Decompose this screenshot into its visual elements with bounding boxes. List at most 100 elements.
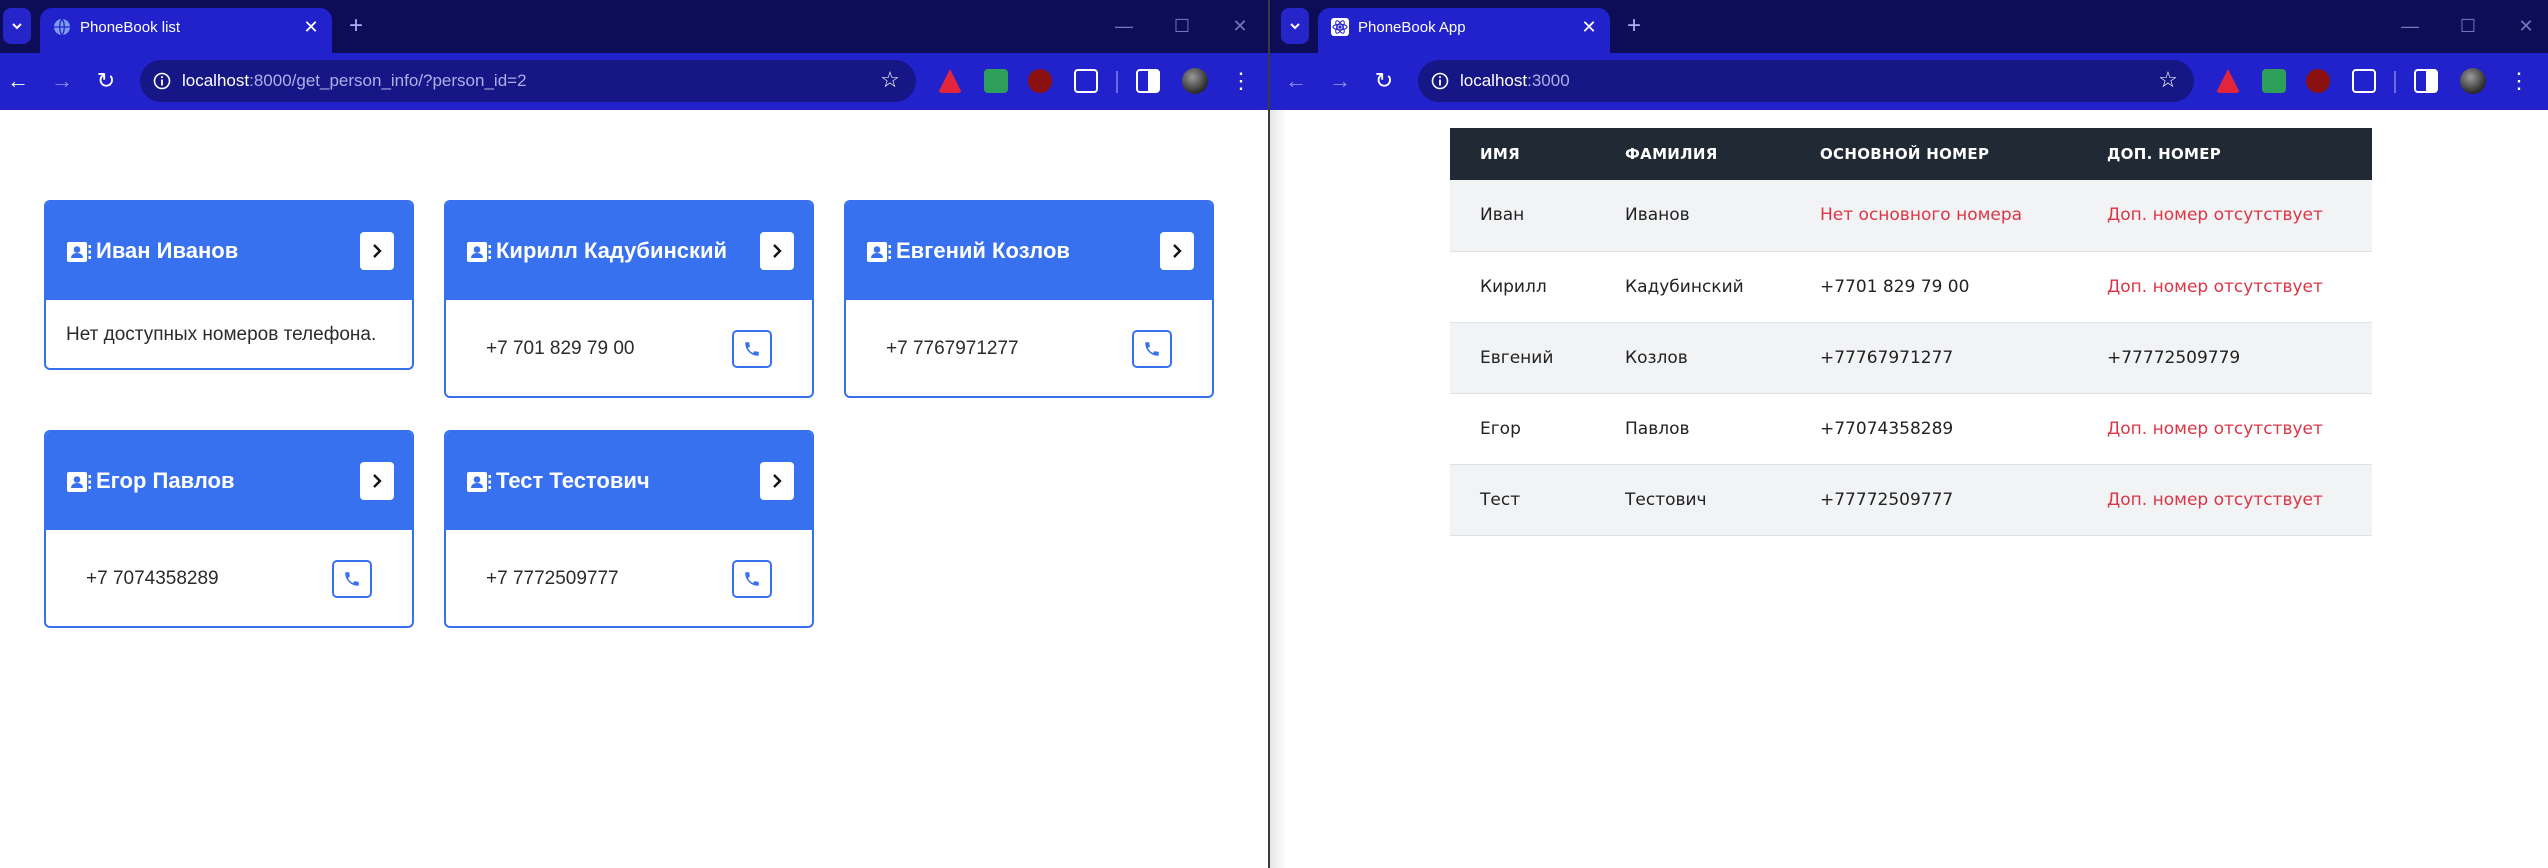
reload-button[interactable]: ↻ [1370, 67, 1398, 95]
extensions-puzzle-icon[interactable] [2352, 69, 2376, 93]
cell-extra-number: +77772509779 [2077, 322, 2372, 394]
no-phones-text: Нет доступных номеров телефона. [66, 324, 377, 345]
toolbar-separator [1116, 71, 1118, 93]
address-bar[interactable]: localhost:3000 ☆ [1418, 60, 2194, 102]
cell-extra-number: Доп. номер отсутствует [2077, 393, 2372, 465]
phone-icon [1145, 342, 1159, 356]
back-button[interactable]: ← [4, 67, 32, 95]
site-info-icon[interactable] [152, 71, 172, 91]
open-contact-button[interactable] [1160, 232, 1194, 270]
open-contact-button[interactable] [760, 462, 794, 500]
header-extra-number: ДОП. НОМЕР [2077, 128, 2372, 180]
open-contact-button[interactable] [760, 232, 794, 270]
header-main-number: ОСНОВНОЙ НОМЕР [1790, 128, 2077, 180]
table-row: Тест Тестович +77772509777 Доп. номер от… [1450, 464, 2372, 536]
maximize-button[interactable]: ☐ [2456, 12, 2480, 40]
profile-avatar[interactable] [2460, 68, 2486, 94]
chevron-right-icon [773, 474, 782, 488]
table-row: Иван Иванов Нет основного номера Доп. но… [1450, 180, 2372, 252]
contact-card: Егор Павлов +7 7074358289 [44, 430, 414, 628]
profile-avatar[interactable] [1182, 68, 1208, 94]
phone-number: +7 7074358289 [86, 568, 219, 589]
tab-phonebook-app[interactable]: PhoneBook App ✕ [1318, 8, 1610, 53]
browser-menu-icon[interactable]: ⋮ [2508, 67, 2530, 95]
header-last-name: ФАМИЛИЯ [1595, 128, 1790, 180]
forward-button[interactable]: → [48, 67, 76, 95]
phone-number: +7 701 829 79 00 [486, 338, 635, 359]
browser-window-left: PhoneBook list ✕ + — ☐ ✕ ← → ↻ localhost… [0, 0, 1268, 868]
extensions-puzzle-icon[interactable] [1074, 69, 1098, 93]
url-text: localhost:3000 [1460, 71, 1570, 91]
url-host: localhost [1460, 71, 1528, 90]
react-icon [1331, 18, 1349, 36]
url-path: :3000 [1527, 71, 1570, 90]
contact-card: Тест Тестович +7 7772509777 [444, 430, 814, 628]
tab-strip: PhoneBook list ✕ + — ☐ ✕ [0, 0, 1268, 53]
maximize-button[interactable]: ☐ [1170, 12, 1194, 40]
contact-card: Евгений Козлов +7 7767971277 [844, 200, 1214, 398]
bookmark-star-icon[interactable]: ☆ [2156, 68, 2180, 92]
side-panel-icon[interactable] [1136, 69, 1160, 93]
new-tab-button[interactable]: + [344, 12, 368, 40]
back-button[interactable]: ← [1282, 67, 1310, 95]
open-contact-button[interactable] [360, 232, 394, 270]
open-contact-button[interactable] [360, 462, 394, 500]
close-window-button[interactable]: ✕ [2514, 12, 2538, 40]
contact-name: Евгений Козлов [896, 238, 1070, 263]
card-body: +7 7074358289 [46, 530, 412, 626]
minimize-button[interactable]: — [1112, 12, 1136, 40]
phone-number: +7 7772509777 [486, 568, 619, 589]
call-button[interactable] [732, 330, 772, 368]
ublock-icon[interactable] [1028, 69, 1052, 93]
tab-phonebook-list[interactable]: PhoneBook list ✕ [40, 8, 332, 53]
url-text: localhost:8000/get_person_info/?person_i… [182, 71, 527, 91]
table-head: ИМЯ ФАМИЛИЯ ОСНОВНОЙ НОМЕР ДОП. НОМЕР [1450, 128, 2372, 180]
contact-card: Кирилл Кадубинский +7 701 829 79 00 [444, 200, 814, 398]
close-window-button[interactable]: ✕ [1228, 12, 1252, 40]
table-row: Евгений Козлов +77767971277 +77772509779 [1450, 322, 2372, 394]
header-first-name: ИМЯ [1450, 128, 1595, 180]
cell-first-name: Тест [1450, 464, 1595, 536]
table-body: Иван Иванов Нет основного номера Доп. но… [1450, 180, 2372, 536]
browser-menu-icon[interactable]: ⋮ [1230, 67, 1252, 95]
card-header: Иван Иванов [46, 202, 412, 300]
contact-name: Тест Тестович [496, 468, 650, 493]
reload-button[interactable]: ↻ [92, 67, 120, 95]
new-tab-button[interactable]: + [1622, 12, 1646, 40]
cell-first-name: Егор [1450, 393, 1595, 465]
contact-name: Иван Иванов [96, 238, 239, 263]
close-tab-icon[interactable]: ✕ [1578, 16, 1600, 38]
extension-green-icon[interactable] [984, 69, 1008, 93]
side-panel-icon[interactable] [2414, 69, 2438, 93]
chevron-right-icon [1173, 244, 1182, 258]
chevron-right-icon [373, 474, 382, 488]
url-path: :8000/get_person_info/?person_id=2 [249, 71, 527, 90]
address-bar[interactable]: localhost:8000/get_person_info/?person_i… [140, 60, 916, 102]
bookmark-star-icon[interactable]: ☆ [878, 68, 902, 92]
minimize-button[interactable]: — [2398, 12, 2422, 40]
call-button[interactable] [1132, 330, 1172, 368]
cell-last-name: Тестович [1595, 464, 1790, 536]
extension-red-icon[interactable] [938, 69, 962, 93]
cell-main-number: +77767971277 [1790, 322, 2077, 394]
forward-button[interactable]: → [1326, 67, 1354, 95]
ublock-icon[interactable] [2306, 69, 2330, 93]
phone-icon [345, 572, 359, 586]
table-row: Егор Павлов +77074358289 Доп. номер отсу… [1450, 393, 2372, 465]
cell-first-name: Иван [1450, 180, 1595, 252]
phone-number: +7 7767971277 [886, 338, 1019, 359]
chevron-right-icon [373, 244, 382, 258]
extension-red-icon[interactable] [2216, 69, 2240, 93]
table-row: Кирилл Кадубинский +7701 829 79 00 Доп. … [1450, 251, 2372, 323]
card-header: Егор Павлов [46, 432, 412, 530]
tab-search-button[interactable] [1281, 8, 1309, 44]
chevron-down-icon [1290, 23, 1300, 30]
extension-green-icon[interactable] [2262, 69, 2286, 93]
tab-search-button[interactable] [3, 8, 31, 44]
close-tab-icon[interactable]: ✕ [300, 16, 322, 38]
call-button[interactable] [332, 560, 372, 598]
site-info-icon[interactable] [1430, 71, 1450, 91]
phonebook-table: ИМЯ ФАМИЛИЯ ОСНОВНОЙ НОМЕР ДОП. НОМЕР Ив… [1450, 128, 2372, 536]
cell-last-name: Иванов [1595, 180, 1790, 252]
call-button[interactable] [732, 560, 772, 598]
